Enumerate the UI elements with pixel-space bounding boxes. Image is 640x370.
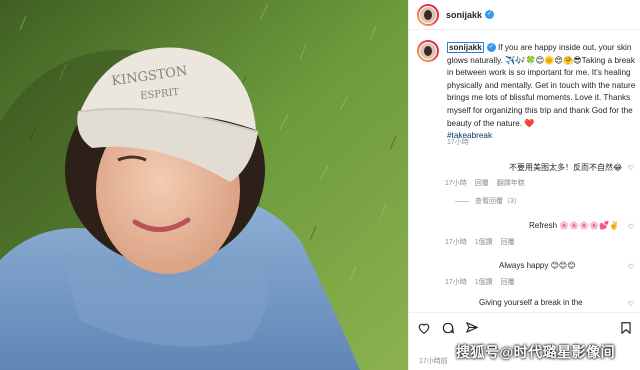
reply-button[interactable]: 回覆 [501,279,515,286]
comment-text: Always happy 😊😊😊 [499,261,576,270]
like-comment-heart-icon[interactable]: ♡ [628,164,634,172]
share-icon[interactable] [465,321,479,335]
post-photo: KINGSTON ESPRIT [0,0,408,370]
comment-text: Refresh 🌸🌸🌸🌸💕✌️ [529,221,619,230]
like-comment-heart-icon[interactable]: ♡ [628,263,634,271]
view-replies-label: 查看回覆（3） [475,198,521,205]
post-actions-bar [409,312,640,338]
comment-time: 17小時 [445,239,467,246]
post-timestamp: 17小時前 [419,358,448,365]
comment-icon[interactable] [441,321,455,335]
avatar[interactable] [417,3,439,26]
comment-text-partial: Giving yourself a break in the [479,298,583,307]
likes-count[interactable]: 1個讚 [475,239,493,246]
likes-count[interactable]: 1個讚 [475,279,493,286]
heart-icon[interactable] [417,321,431,335]
comment-meta: 17小時 回覆 翻譯年糕 [445,178,531,188]
caption-verified-icon: ✓ [486,43,496,53]
view-replies-button[interactable]: 查看回覆（3） [455,196,521,206]
comment-meta: 17小時 1個讚 回覆 [445,277,521,287]
reply-button[interactable]: 回覆 [475,180,489,187]
post-header: sonijakk ✓ [409,0,640,30]
bookmark-icon[interactable] [619,321,633,335]
reply-button[interactable]: 回覆 [501,239,515,246]
caption-avatar[interactable] [417,40,439,62]
header-username[interactable]: sonijakk [446,10,482,20]
caption-timestamp: 17小時 [447,139,469,146]
caption-text: sonijakk ✓ If you are happy inside out, y… [447,42,640,143]
comment-time: 17小時 [445,279,467,286]
caption-body: If you are happy inside out, your skin g… [447,43,636,128]
watermark: 搜狐号@时代璐星影像间 [456,344,616,360]
comment-text: 不要用美图太多！反而不自然😂 [509,163,623,172]
comment-time: 17小時 [445,180,467,187]
like-comment-heart-icon[interactable]: ♡ [628,300,634,308]
post-detail-panel: sonijakk ✓ sonijakk ✓ If you are happy in… [408,0,640,370]
translate-button[interactable]: 翻譯年糕 [497,180,525,187]
caption-username[interactable]: sonijakk [447,42,484,53]
like-comment-heart-icon[interactable]: ♡ [628,223,634,231]
verified-badge-icon: ✓ [485,10,495,19]
comment-meta: 17小時 1個讚 回覆 [445,237,521,247]
